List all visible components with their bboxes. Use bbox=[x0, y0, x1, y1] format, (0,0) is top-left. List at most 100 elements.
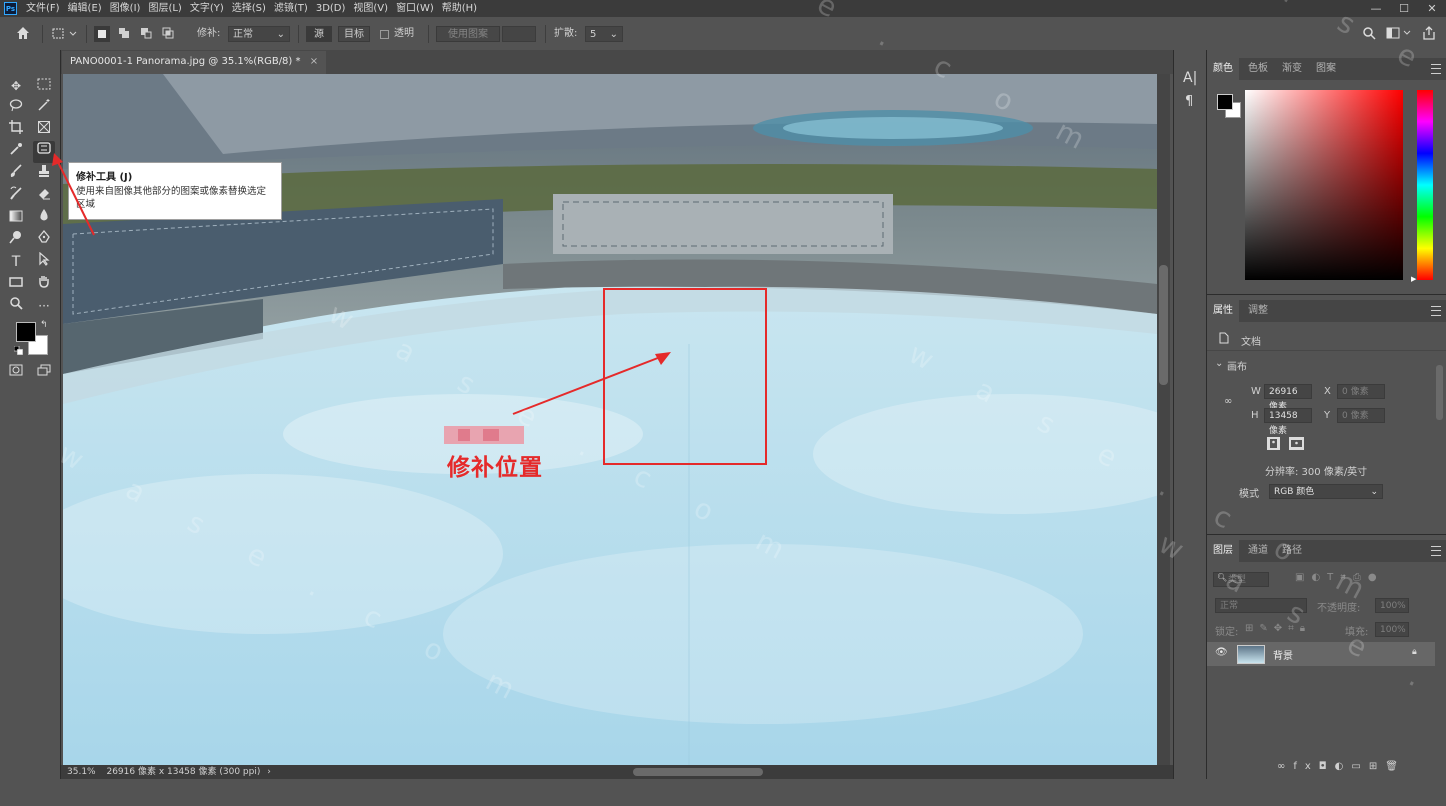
close-tab-icon[interactable]: × bbox=[310, 56, 318, 67]
foreground-color-swatch-front[interactable] bbox=[16, 322, 36, 342]
maximize-button[interactable]: ☐ bbox=[1390, 0, 1418, 17]
share-icon[interactable] bbox=[1422, 26, 1438, 42]
color-panel-menu-icon[interactable] bbox=[1431, 64, 1441, 74]
lasso-tool-icon[interactable] bbox=[6, 98, 26, 118]
target-button[interactable]: 目标 bbox=[338, 26, 370, 42]
swap-colors-icon[interactable]: ↰ bbox=[40, 320, 48, 330]
horizontal-scroll-thumb[interactable] bbox=[633, 768, 763, 776]
fill-field[interactable]: 100% bbox=[1375, 622, 1409, 637]
layer-actions-icons[interactable]: ∞fx◘◐▭⊞🗑︎ bbox=[1277, 761, 1406, 772]
intersect-selection-button[interactable] bbox=[161, 26, 177, 42]
tab-patterns[interactable]: 图案 bbox=[1316, 58, 1336, 80]
hand-tool-icon[interactable] bbox=[34, 274, 54, 294]
crop-tool-icon[interactable] bbox=[6, 120, 26, 140]
height-field[interactable]: 13458 像素 bbox=[1264, 408, 1312, 436]
opacity-field[interactable]: 100% bbox=[1375, 598, 1409, 613]
vertical-scrollbar[interactable] bbox=[1157, 74, 1170, 765]
default-colors-icon[interactable] bbox=[13, 345, 23, 355]
character-panel-icon[interactable]: A| bbox=[1183, 70, 1197, 86]
subtract-selection-button[interactable] bbox=[139, 26, 155, 42]
workspace-icon[interactable] bbox=[1386, 26, 1414, 42]
portrait-orientation-icon[interactable] bbox=[1267, 437, 1280, 450]
vertical-scroll-thumb[interactable] bbox=[1159, 265, 1168, 385]
layer-row[interactable]: 👁︎ 背景 🔒︎ bbox=[1207, 642, 1435, 666]
x-field[interactable]: 0 像素 bbox=[1337, 384, 1385, 399]
properties-panel-menu-icon[interactable] bbox=[1431, 306, 1441, 316]
add-selection-button[interactable] bbox=[117, 26, 133, 42]
chevron-right-icon[interactable]: › bbox=[267, 767, 271, 777]
y-field[interactable]: 0 像素 bbox=[1337, 408, 1385, 423]
menu-image[interactable]: 图像(I) bbox=[106, 0, 145, 17]
history-brush-tool-icon[interactable] bbox=[6, 186, 26, 206]
menu-window[interactable]: 窗口(W) bbox=[392, 0, 438, 17]
menu-3d[interactable]: 3D(D) bbox=[312, 0, 350, 17]
menu-help[interactable]: 帮助(H) bbox=[438, 0, 481, 17]
rectangle-tool-icon[interactable] bbox=[6, 274, 26, 294]
zoom-level[interactable]: 35.1% bbox=[67, 767, 96, 777]
menu-filter[interactable]: 滤镜(T) bbox=[270, 0, 312, 17]
gradient-tool-icon[interactable] bbox=[6, 208, 26, 228]
layer-filter-icons[interactable]: ▣◐T⌗⎙● bbox=[1295, 572, 1384, 583]
document-tab[interactable]: PANO0001-1 Panorama.jpg @ 35.1%(RGB/8) *… bbox=[62, 51, 327, 74]
menu-type[interactable]: 文字(Y) bbox=[186, 0, 228, 17]
close-window-button[interactable]: ✕ bbox=[1418, 0, 1446, 17]
tab-channels[interactable]: 通道 bbox=[1248, 540, 1268, 562]
source-button[interactable]: 源 bbox=[306, 26, 332, 42]
width-field[interactable]: 26916 像素 bbox=[1264, 384, 1312, 412]
hue-slider[interactable] bbox=[1417, 90, 1433, 280]
link-icon[interactable]: ∞ bbox=[1224, 396, 1232, 407]
patch-mode-select[interactable]: 正常 ⌄ bbox=[228, 26, 290, 42]
transparent-checkbox[interactable] bbox=[380, 26, 390, 42]
diffusion-select[interactable]: 5 ⌄ bbox=[585, 26, 623, 42]
options-bar: 修补: 正常 ⌄ 源 目标 透明 使用图案 扩散: 5 ⌄ bbox=[0, 17, 1446, 51]
menu-select[interactable]: 选择(S) bbox=[228, 0, 270, 17]
screen-mode-icon[interactable] bbox=[34, 362, 54, 382]
layers-panel-menu-icon[interactable] bbox=[1431, 546, 1441, 556]
zoom-tool-icon[interactable] bbox=[6, 296, 26, 316]
type-tool-icon[interactable]: T bbox=[6, 252, 26, 272]
use-pattern-button[interactable]: 使用图案 bbox=[436, 26, 500, 42]
home-icon[interactable] bbox=[14, 24, 34, 44]
frame-tool-icon[interactable] bbox=[34, 120, 54, 140]
menu-edit[interactable]: 编辑(E) bbox=[64, 0, 106, 17]
eyedropper-tool-icon[interactable] bbox=[6, 142, 26, 162]
tab-swatches[interactable]: 色板 bbox=[1248, 58, 1268, 80]
landscape-orientation-icon[interactable] bbox=[1289, 437, 1304, 450]
hue-slider-handle-icon[interactable]: ▶ bbox=[1411, 275, 1416, 283]
lock-icons[interactable]: ⊞✎✥⌗🔒︎ bbox=[1245, 623, 1311, 634]
path-selection-tool-icon[interactable] bbox=[34, 251, 54, 272]
color-panel-tabs: 颜色 色板 渐变 图案 bbox=[1207, 58, 1446, 80]
patch-tool-preset-icon[interactable] bbox=[50, 26, 80, 42]
menu-view[interactable]: 视图(V) bbox=[349, 0, 392, 17]
tooltip-pointer-arrow bbox=[52, 153, 95, 236]
magic-wand-tool-icon[interactable] bbox=[34, 98, 54, 118]
new-selection-button[interactable] bbox=[94, 26, 110, 42]
tab-adjustments[interactable]: 调整 bbox=[1248, 300, 1268, 322]
move-tool-icon[interactable]: ✥ bbox=[6, 76, 26, 96]
brush-tool-icon[interactable] bbox=[6, 164, 26, 184]
quick-mask-icon[interactable] bbox=[6, 362, 26, 382]
menu-layer[interactable]: 图层(L) bbox=[144, 0, 185, 17]
color-panel-foreground[interactable] bbox=[1217, 94, 1233, 110]
tab-properties[interactable]: 属性 bbox=[1207, 300, 1239, 322]
tab-gradients[interactable]: 渐变 bbox=[1282, 58, 1302, 80]
tab-color[interactable]: 颜色 bbox=[1207, 58, 1239, 80]
pattern-picker[interactable] bbox=[502, 26, 536, 42]
menu-file[interactable]: 文件(F) bbox=[22, 0, 64, 17]
marquee-tool-icon[interactable] bbox=[34, 76, 54, 96]
dodge-tool-icon[interactable] bbox=[6, 230, 26, 250]
fill-label: 填充: bbox=[1345, 627, 1369, 638]
properties-scroll-thumb[interactable] bbox=[1436, 365, 1443, 420]
more-tools-icon[interactable]: ··· bbox=[34, 296, 54, 316]
minimize-button[interactable]: — bbox=[1362, 0, 1390, 17]
search-icon[interactable] bbox=[1362, 26, 1378, 42]
visibility-eye-icon[interactable]: 👁︎ bbox=[1215, 647, 1228, 658]
blend-mode-select[interactable]: 正常 bbox=[1215, 598, 1307, 613]
mode-select[interactable]: RGB 颜色 ⌄ bbox=[1269, 484, 1383, 499]
tab-layers[interactable]: 图层 bbox=[1207, 540, 1239, 562]
canvas-section-chevron-icon[interactable]: ⌄ bbox=[1215, 358, 1223, 369]
photoshop-logo-icon[interactable]: Ps bbox=[4, 2, 17, 15]
tab-paths[interactable]: 路径 bbox=[1282, 540, 1302, 562]
paragraph-panel-icon[interactable]: ¶ bbox=[1185, 94, 1193, 109]
color-field[interactable] bbox=[1245, 90, 1403, 280]
